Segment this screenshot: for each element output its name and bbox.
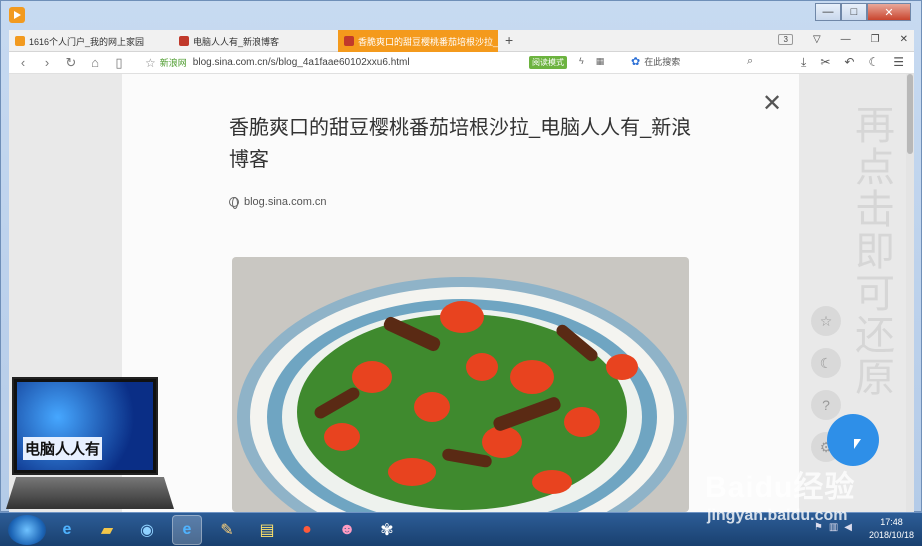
night-mode-icon[interactable]: ☾ [811, 348, 841, 378]
restore-hint-text: 再点击即可还原 [848, 104, 894, 398]
source-text: blog.sina.com.cn [244, 196, 327, 208]
download-icon[interactable]: ⤓ [801, 55, 806, 70]
baidu-paw-icon: ✿ [631, 56, 641, 68]
minimize-icon[interactable]: — [841, 34, 851, 45]
salad-photo [232, 257, 689, 512]
taskbar-icons: e ▰ ◉ e ✎ ▤ ● ☻ ✾ [52, 515, 402, 545]
moon-icon[interactable]: ☾ [868, 55, 879, 70]
start-button[interactable] [8, 515, 46, 545]
system-tray: ⚑ ▥ ◀ [814, 522, 852, 533]
clock-time: 17:48 [880, 517, 903, 527]
new-tab-button[interactable]: + [505, 32, 513, 48]
volume-icon[interactable]: ◀ [844, 522, 852, 533]
scissors-icon[interactable]: ✂ [820, 55, 830, 70]
clock-date: 2018/10/18 [868, 530, 914, 540]
scrollbar-thumb[interactable] [907, 74, 913, 154]
refresh-icon[interactable]: ↻ [61, 55, 81, 71]
scrollbar[interactable] [906, 74, 914, 512]
read-mode-badge[interactable]: 阅读模式 [529, 56, 567, 69]
search-box[interactable]: ✿ 在此搜索 [631, 55, 680, 68]
tab-strip: 1616个人门户_我的网上家园 电脑人人有_新浪博客 香脆爽口的甜豆樱桃番茄培根… [9, 30, 914, 52]
tab-count-badge[interactable]: 3 [778, 34, 793, 45]
reader-panel: 香脆爽口的甜豆樱桃番茄培根沙拉_电脑人人有_新浪博客 ✕ blog.sina.c… [122, 74, 799, 512]
minimize-button[interactable]: — [815, 3, 841, 21]
menu-icon[interactable]: ☰ [893, 55, 904, 70]
close-button[interactable]: ✕ [867, 3, 911, 21]
notes-icon[interactable]: ▤ [252, 515, 282, 545]
tab-label: 电脑人人有_新浪博客 [193, 36, 280, 47]
portal-favicon-icon [15, 36, 25, 46]
toolbar-right: ⤓ ✂ ↶ ☾ ☰ [801, 55, 904, 70]
lightning-icon[interactable]: ϟ [579, 56, 584, 67]
flag-icon[interactable]: ⚑ [814, 522, 823, 533]
sina-favicon-icon [179, 36, 189, 46]
grid-icon[interactable]: ▦ [596, 56, 605, 67]
laptop-watermark: 电脑人人有 [6, 377, 174, 511]
favorite-star-icon[interactable]: ☆ [811, 306, 841, 336]
network-icon[interactable]: ▥ [829, 522, 838, 533]
laptop-display: 电脑人人有 [17, 382, 153, 470]
bookmark-star-icon[interactable]: ☆ [145, 56, 156, 70]
back-icon[interactable]: ‹ [13, 55, 33, 70]
media-player-icon[interactable]: ◉ [132, 515, 162, 545]
paint-icon[interactable]: ✎ [212, 515, 242, 545]
article-title: 香脆爽口的甜豆樱桃番茄培根沙拉_电脑人人有_新浪博客 [229, 117, 692, 171]
search-icon[interactable]: ⌕ [747, 55, 753, 68]
restore-icon[interactable]: ❐ [871, 34, 880, 45]
url-text[interactable]: blog.sina.com.cn/s/blog_4a1faae60102xxu6… [193, 57, 410, 68]
shirt-icon[interactable]: ▽ [813, 34, 821, 45]
taskbar-clock[interactable]: 17:48 2018/10/18 [869, 516, 914, 542]
forward-icon[interactable]: › [37, 55, 57, 70]
book-icon[interactable]: ▯ [109, 55, 129, 71]
maximize-button[interactable]: □ [841, 3, 867, 21]
tab-1616[interactable]: 1616个人门户_我的网上家园 [9, 30, 169, 52]
laptop-screen: 电脑人人有 [12, 377, 158, 475]
window-controls: — □ ✕ [815, 3, 911, 21]
site-name: 新浪网 [159, 58, 187, 68]
app-logo-icon [9, 7, 25, 23]
tab-label: 1616个人门户_我的网上家园 [29, 36, 145, 47]
tab-article-active[interactable]: 香脆爽口的甜豆樱桃番茄培根沙拉_电 ✕ [338, 30, 498, 52]
baidu-watermark: Baidu经验 [705, 471, 856, 504]
sina-favicon-icon [344, 36, 354, 46]
help-icon[interactable]: ? [811, 390, 841, 420]
undo-icon[interactable]: ↶ [844, 55, 854, 70]
home-icon[interactable]: ⌂ [85, 55, 105, 70]
salad-plate-image [237, 277, 687, 512]
floating-action-button[interactable] [827, 414, 879, 466]
game-icon[interactable]: ☻ [332, 515, 362, 545]
tab-label: 香脆爽口的甜豆樱桃番茄培根沙拉_电 [358, 36, 498, 47]
ie-icon[interactable]: e [52, 515, 82, 545]
tabstrip-tools: 3 ▽ — ❐ ✕ [778, 34, 908, 45]
taskbar: e ▰ ◉ e ✎ ▤ ● ☻ ✾ jingyan.baidu.com ⚑ ▥ … [0, 507, 922, 546]
address-bar: ‹ › ↻ ⌂ ▯ ☆ 新浪网 blog.sina.com.cn/s/blog_… [9, 52, 914, 74]
chess-icon[interactable]: ● [292, 515, 322, 545]
tab-blog[interactable]: 电脑人人有_新浪博客 [173, 30, 338, 52]
laptop-watermark-text: 电脑人人有 [23, 437, 103, 460]
pinwheel-icon[interactable]: ✾ [372, 515, 402, 545]
search-placeholder: 在此搜索 [644, 57, 681, 67]
folder-icon[interactable]: ▰ [92, 515, 122, 545]
address-tools: ϟ ▦ [579, 56, 604, 67]
article-source: blog.sina.com.cn [229, 196, 327, 209]
laptop-keyboard-base [6, 477, 174, 509]
close-reader-icon[interactable]: ✕ [762, 92, 782, 116]
title-bar: — □ ✕ [1, 1, 921, 29]
globe-icon [229, 197, 239, 209]
browser-taskbar-icon[interactable]: e [172, 515, 202, 545]
close-window-icon[interactable]: ✕ [900, 34, 908, 45]
mouse-cursor-icon [854, 439, 861, 449]
